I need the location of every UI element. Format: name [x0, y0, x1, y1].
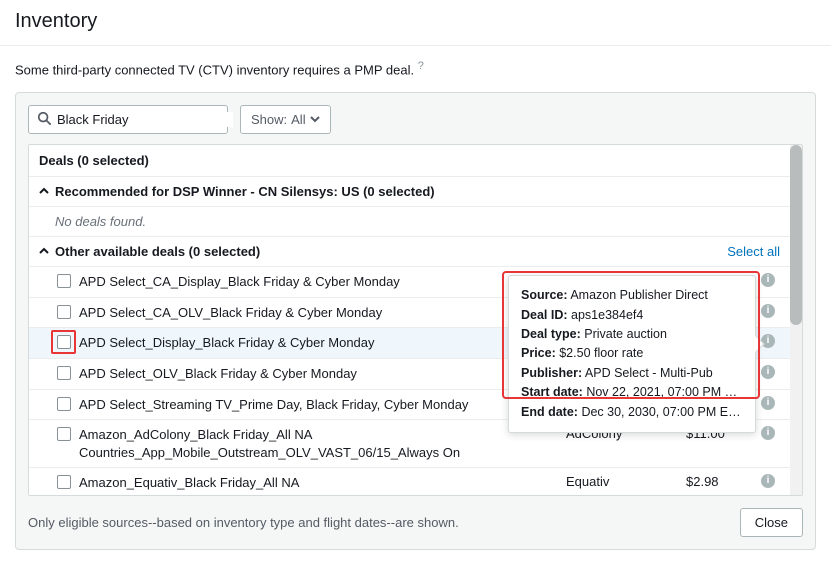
- popover-publisher-value: APD Select - Multi-Pub: [585, 366, 713, 380]
- pmp-note: Some third-party connected TV (CTV) inve…: [0, 46, 831, 87]
- deal-checkbox[interactable]: [57, 366, 71, 380]
- deal-checkbox[interactable]: [57, 427, 71, 441]
- deal-details-popover: Source: Amazon Publisher Direct Deal ID:…: [508, 275, 756, 433]
- footer: Only eligible sources--based on inventor…: [28, 508, 803, 537]
- popover-price-label: Price:: [521, 346, 556, 360]
- note-text: Some third-party connected TV (CTV) inve…: [15, 62, 414, 77]
- other-deals-section-header[interactable]: Other available deals (0 selected) Selec…: [29, 237, 790, 267]
- popover-publisher-label: Publisher:: [521, 366, 582, 380]
- no-deals-message: No deals found.: [29, 207, 790, 237]
- popover-price-value: $2.50 floor rate: [559, 346, 643, 360]
- deal-name: APD Select_CA_OLV_Black Friday & Cyber M…: [79, 304, 566, 322]
- deal-checkbox[interactable]: [57, 335, 71, 349]
- deals-header: Deals (0 selected): [29, 145, 790, 177]
- search-field-wrap[interactable]: [28, 105, 228, 134]
- popover-type-value: Private auction: [584, 327, 667, 341]
- show-label: Show:: [251, 112, 287, 127]
- chevron-down-icon: [310, 112, 320, 127]
- deal-row[interactable]: Amazon_Equativ_Black Friday_All NA Count…: [29, 468, 790, 495]
- show-value: All: [291, 112, 305, 127]
- search-icon: [37, 111, 51, 128]
- inventory-panel: Show: All Deals (0 selected) Recommended…: [15, 92, 816, 550]
- popover-start-value: Nov 22, 2021, 07:00 PM EST: [586, 385, 743, 399]
- other-deals-list: APD Select_CA_Display_Black Friday & Cyb…: [29, 267, 790, 495]
- deal-checkbox[interactable]: [57, 475, 71, 489]
- deal-checkbox[interactable]: [57, 274, 71, 288]
- scrollbar-thumb[interactable]: [790, 145, 802, 325]
- deal-checkbox[interactable]: [57, 305, 71, 319]
- section-title: Recommended for DSP Winner - CN Silensys…: [55, 184, 435, 199]
- popover-end-label: End date:: [521, 405, 578, 419]
- deal-checkbox[interactable]: [57, 397, 71, 411]
- select-all-link[interactable]: Select all: [727, 244, 780, 259]
- note-help-icon[interactable]: ?: [418, 60, 424, 72]
- popover-end-value: Dec 30, 2030, 07:00 PM EST: [581, 405, 743, 419]
- popover-dealid-value: aps1e384ef4: [571, 308, 643, 322]
- deal-name: APD Select_OLV_Black Friday & Cyber Mond…: [79, 365, 566, 383]
- popover-source-value: Amazon Publisher Direct: [570, 288, 708, 302]
- deal-name: Amazon_AdColony_Black Friday_All NA Coun…: [79, 426, 566, 461]
- info-icon[interactable]: i: [761, 396, 775, 410]
- deal-name: APD Select_Streaming TV_Prime Day, Black…: [79, 396, 566, 414]
- toolbar: Show: All: [28, 105, 803, 134]
- deal-name: APD Select_CA_Display_Black Friday & Cyb…: [79, 273, 566, 291]
- search-input[interactable]: [57, 112, 233, 127]
- footer-note: Only eligible sources--based on inventor…: [28, 515, 459, 530]
- close-button[interactable]: Close: [740, 508, 803, 537]
- popover-source-label: Source:: [521, 288, 568, 302]
- caret-up-icon: [39, 184, 49, 199]
- deal-name: APD Select_Display_Black Friday & Cyber …: [79, 334, 566, 352]
- deals-scroll-area: Deals (0 selected) Recommended for DSP W…: [29, 145, 802, 495]
- popover-type-label: Deal type:: [521, 327, 581, 341]
- info-icon[interactable]: i: [761, 426, 775, 440]
- popover-dealid-label: Deal ID:: [521, 308, 568, 322]
- info-icon[interactable]: i: [761, 304, 775, 318]
- popover-start-label: Start date:: [521, 385, 583, 399]
- section-title: Other available deals (0 selected): [55, 244, 260, 259]
- deal-price: $2.98: [686, 474, 756, 495]
- deal-name: Amazon_Equativ_Black Friday_All NA Count…: [79, 474, 566, 495]
- caret-up-icon: [39, 244, 49, 259]
- deals-table: Deals (0 selected) Recommended for DSP W…: [28, 144, 803, 496]
- info-icon[interactable]: i: [761, 365, 775, 379]
- show-filter-button[interactable]: Show: All: [240, 105, 331, 134]
- page-title: Inventory: [0, 0, 831, 46]
- deal-publisher: Equativ: [566, 474, 686, 495]
- info-icon[interactable]: i: [761, 334, 775, 348]
- info-icon[interactable]: i: [761, 273, 775, 287]
- scrollbar-track[interactable]: [790, 145, 802, 495]
- info-icon[interactable]: i: [761, 474, 775, 488]
- recommended-section-header[interactable]: Recommended for DSP Winner - CN Silensys…: [29, 177, 790, 207]
